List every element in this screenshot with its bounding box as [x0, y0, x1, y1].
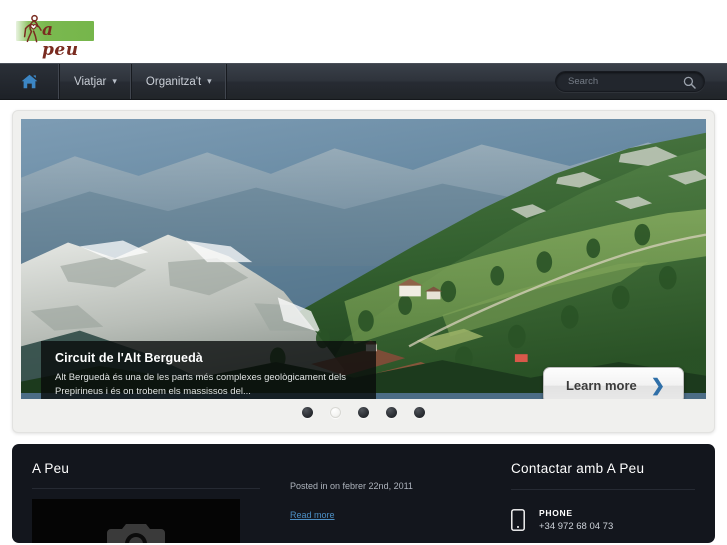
nav-item-viatjar[interactable]: Viatjar ▾	[60, 64, 132, 99]
slider-card: Circuit de l'Alt Berguedà Alt Berguedà é…	[12, 110, 715, 433]
slider-dot-2[interactable]	[330, 407, 341, 418]
main-navigation-bar: Viatjar ▾ Organitza't ▾	[0, 63, 727, 100]
nav-item-organitzat[interactable]: Organitza't ▾	[132, 64, 227, 99]
search-area	[555, 64, 727, 99]
logo-text: a peu	[42, 20, 79, 60]
learn-more-button[interactable]: Learn more ❯	[542, 367, 684, 399]
contact-title: Contactar amb A Peu	[511, 461, 645, 476]
slide-caption: Circuit de l'Alt Berguedà Alt Berguedà é…	[41, 341, 376, 399]
post-column: A Peu	[32, 461, 260, 543]
contact-phone-row: PHONE +34 972 68 04 73	[511, 500, 695, 536]
post-date: Posted in on febrer 22nd, 2011	[290, 481, 413, 491]
read-more-link[interactable]: Read more	[290, 510, 335, 520]
chevron-right-icon: ❯	[650, 376, 665, 395]
mobile-phone-icon	[511, 508, 525, 536]
divider	[32, 488, 260, 489]
contact-phone-text: PHONE +34 972 68 04 73	[539, 508, 613, 532]
search-input[interactable]	[556, 76, 722, 87]
slider-dot-5[interactable]	[414, 407, 425, 418]
contact-phone-value: +34 972 68 04 73	[539, 521, 614, 532]
post-thumbnail[interactable]	[32, 499, 240, 543]
camera-icon	[105, 517, 167, 543]
nav-items: Viatjar ▾ Organitza't ▾	[0, 64, 227, 99]
chevron-down-icon: ▾	[207, 76, 212, 86]
slide-description: Alt Berguedà és una de les parts més com…	[55, 372, 346, 397]
contact-column: Contactar amb A Peu PHONE +34 972 68 04 …	[475, 461, 695, 543]
nav-item-viatjar-label: Viatjar	[74, 75, 107, 88]
slide-title: Circuit de l'Alt Berguedà	[55, 351, 203, 365]
nav-item-organitzat-label: Organitza't	[145, 75, 202, 88]
nav-item-home[interactable]	[0, 64, 60, 99]
content-panel: A Peu Posted in on febrer 22nd, 2011 Rea…	[12, 444, 715, 543]
search-icon[interactable]	[683, 76, 696, 89]
page-title: A Peu	[32, 461, 70, 476]
learn-more-label: Learn more	[565, 378, 637, 393]
post-meta-column: Posted in on febrer 22nd, 2011 Read more	[260, 461, 475, 543]
slider-dot-4[interactable]	[386, 407, 397, 418]
site-logo[interactable]: a peu	[12, 14, 94, 60]
contact-phone-label: PHONE	[539, 508, 573, 518]
slider-stage: Circuit de l'Alt Berguedà Alt Berguedà é…	[21, 119, 706, 399]
page-body: Circuit de l'Alt Berguedà Alt Berguedà é…	[0, 110, 727, 543]
site-header: a peu	[0, 0, 727, 63]
home-icon	[21, 74, 38, 89]
slider-dot-3[interactable]	[358, 407, 369, 418]
chevron-down-icon: ▾	[112, 76, 117, 86]
slider-dot-1[interactable]	[302, 407, 313, 418]
slider-pagination	[13, 407, 714, 418]
search-box[interactable]	[555, 71, 722, 92]
divider	[511, 489, 695, 490]
